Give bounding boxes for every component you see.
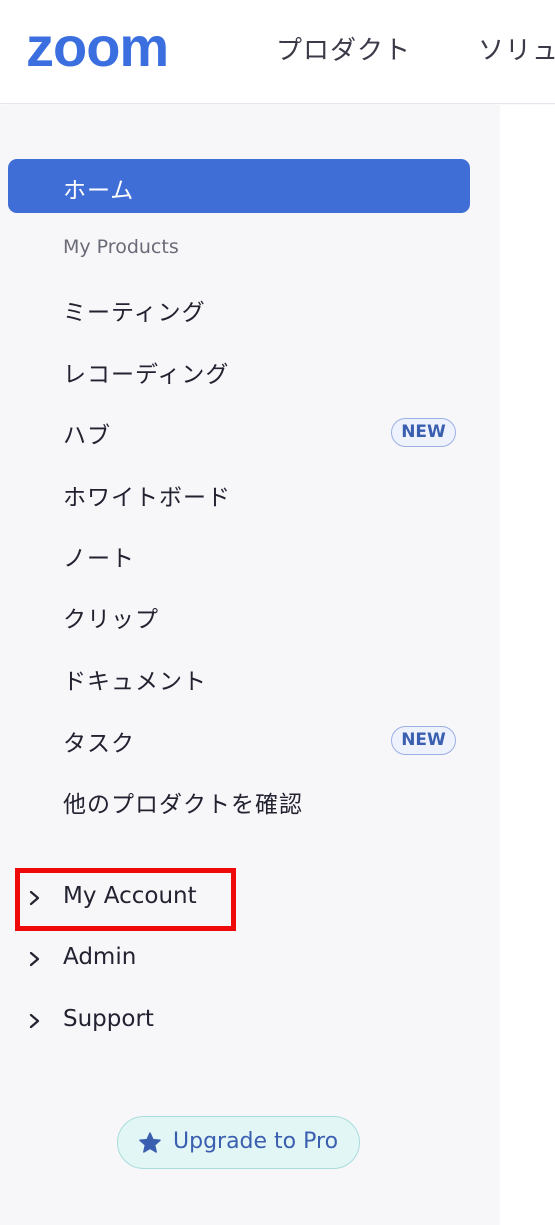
new-badge: NEW — [391, 418, 456, 447]
sidebar-item-notes[interactable]: ノート — [63, 539, 135, 573]
sidebar-item-docs[interactable]: ドキュメント — [63, 662, 207, 696]
chevron-right-icon — [29, 951, 40, 967]
sidebar-item-clips[interactable]: クリップ — [63, 600, 159, 634]
sidebar-item-label: Admin — [63, 944, 137, 970]
chevron-right-icon — [29, 1013, 40, 1029]
sidebar-item-explore-products[interactable]: 他のプロダクトを確認 — [63, 785, 303, 819]
sidebar-item-label: Support — [63, 1006, 154, 1032]
svg-text:zoom: zoom — [26, 24, 168, 70]
sidebar-item-whiteboard[interactable]: ホワイトボード — [63, 478, 231, 512]
sidebar-item-recordings[interactable]: レコーディング — [63, 355, 229, 389]
sidebar-item-tasks[interactable]: タスク — [63, 724, 135, 758]
zoom-logo[interactable]: zoom — [26, 24, 216, 70]
sidebar-item-home[interactable]: ホーム — [8, 159, 470, 213]
nav-products[interactable]: プロダクト — [276, 30, 411, 67]
sidebar-item-label: ホーム — [63, 178, 135, 204]
sidebar-item-meetings[interactable]: ミーティング — [63, 293, 206, 327]
section-label-my-products: My Products — [63, 236, 179, 258]
nav-solutions[interactable]: ソリュ — [478, 30, 555, 67]
highlight-box — [15, 868, 236, 931]
upgrade-to-pro-button[interactable]: Upgrade to Pro — [117, 1116, 360, 1169]
sidebar: ホーム My Products ミーティング レコーディング ハブ NEW ホワ… — [0, 105, 500, 1225]
sidebar-item-hub[interactable]: ハブ — [63, 416, 111, 450]
star-icon — [139, 1132, 161, 1153]
upgrade-label: Upgrade to Pro — [173, 1129, 339, 1154]
top-navigation-bar: zoom プロダクト ソリュ — [0, 0, 555, 104]
main-content — [500, 105, 555, 1225]
new-badge: NEW — [391, 726, 456, 755]
sidebar-item-support[interactable]: Support — [28, 1003, 498, 1043]
sidebar-item-admin[interactable]: Admin — [28, 941, 498, 981]
